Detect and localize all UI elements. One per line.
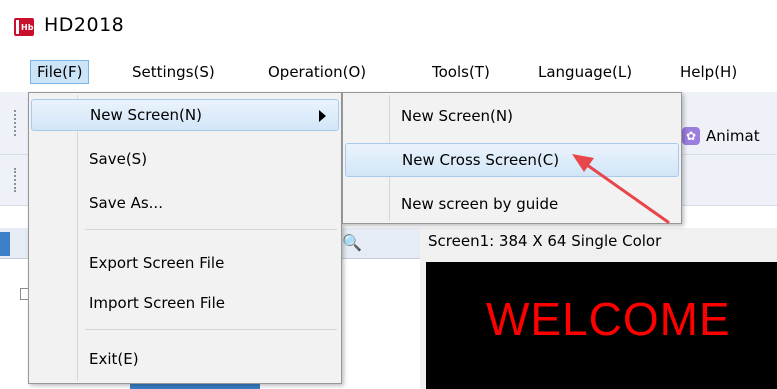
hd-logo-icon: Hb <box>14 18 34 36</box>
menu-icon-column <box>29 93 77 383</box>
menu-language[interactable]: Language(L) <box>532 60 638 84</box>
submenu-item-new-cross-screen[interactable]: New Cross Screen(C) <box>345 143 679 177</box>
file-menu-dropdown: New Screen(N) Save(S) Save As... Export … <box>28 92 342 384</box>
window-title: HD2018 <box>44 14 125 36</box>
menu-settings[interactable]: Settings(S) <box>126 60 221 84</box>
submenu-item-new-screen-by-guide[interactable]: New screen by guide <box>345 187 679 221</box>
menu-item-export-screen-file[interactable]: Export Screen File <box>31 247 339 279</box>
menu-item-exit[interactable]: Exit(E) <box>31 343 339 375</box>
toolbar-grip[interactable] <box>14 168 19 192</box>
menu-file[interactable]: File(F) <box>30 60 90 84</box>
submenu-item-label: New Cross Screen(C) <box>402 151 560 169</box>
menu-item-import-screen-file[interactable]: Import Screen File <box>31 287 339 319</box>
title-bar: Hb HD2018 <box>0 0 777 52</box>
menu-item-label: Save(S) <box>89 150 148 168</box>
submenu-item-label: New screen by guide <box>401 195 559 213</box>
menu-item-label: Export Screen File <box>89 254 225 272</box>
divider <box>85 229 337 230</box>
menu-item-save[interactable]: Save(S) <box>31 143 339 175</box>
menu-item-label: Exit(E) <box>89 350 139 368</box>
menu-item-save-as[interactable]: Save As... <box>31 187 339 219</box>
toolbar-grip[interactable] <box>14 110 19 136</box>
panel-tab[interactable] <box>0 232 10 256</box>
animation-icon: ✿ <box>682 127 700 145</box>
submenu-item-label: New Screen(N) <box>401 107 513 125</box>
animation-label: Animat <box>706 127 760 145</box>
divider <box>77 95 78 381</box>
menu-help[interactable]: Help(H) <box>674 60 743 84</box>
menu-item-label: New Screen(N) <box>90 106 202 124</box>
menu-bar: File(F) Settings(S) Operation(O) Tools(T… <box>0 52 777 92</box>
new-screen-submenu: New Screen(N) New Cross Screen(C) New sc… <box>342 92 682 224</box>
submenu-arrow-icon <box>319 110 326 122</box>
menu-item-new-screen[interactable]: New Screen(N) <box>31 99 339 131</box>
screen-text: WELCOME <box>486 293 731 345</box>
screen-info: Screen1: 384 X 64 Single Color <box>428 232 662 250</box>
submenu-item-new-screen[interactable]: New Screen(N) <box>345 99 679 133</box>
menu-item-label: Save As... <box>89 194 163 212</box>
search-icon[interactable]: 🔍 <box>342 232 362 254</box>
menu-tools[interactable]: Tools(T) <box>426 60 496 84</box>
divider <box>85 329 337 330</box>
menu-operation[interactable]: Operation(O) <box>262 60 372 84</box>
animation-button[interactable]: ✿ Animat <box>682 122 760 150</box>
menu-item-label: Import Screen File <box>89 294 225 312</box>
